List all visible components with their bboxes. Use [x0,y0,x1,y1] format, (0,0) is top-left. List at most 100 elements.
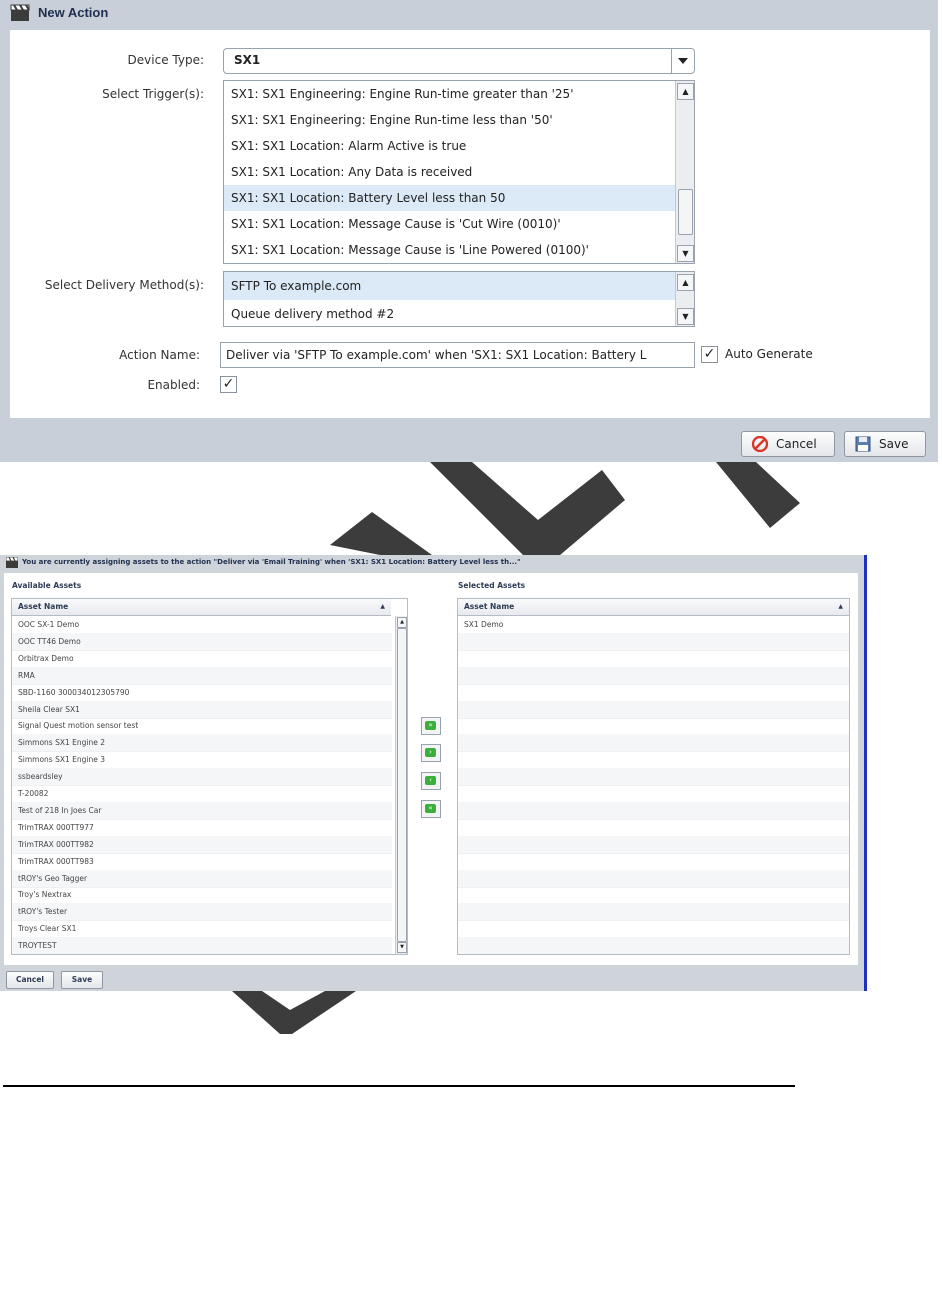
chevron-right-icon: › [425,748,436,757]
empty-row [458,717,849,736]
empty-row [458,886,849,905]
delivery-method-option[interactable]: SFTP To example.com [224,272,675,300]
trigger-option[interactable]: SX1: SX1 Location: Alarm Active is true [224,133,675,159]
empty-row [458,632,849,651]
save-button-label: Save [879,437,909,451]
save-button[interactable]: Save [61,971,103,989]
window-edge [864,555,867,991]
asset-row[interactable]: Simmons SX1 Engine 2 [12,734,392,753]
asset-row[interactable]: SBD-1160 300034012305790 [12,684,392,702]
check-mark-stroke [716,462,800,528]
remove-all-button[interactable]: « [421,800,441,818]
triggers-listbox[interactable]: SX1: SX1 Engineering: Engine Run-time gr… [223,80,695,264]
asset-row[interactable]: TrimTRAX 000TT982 [12,835,392,854]
asset-row[interactable]: TROYTEST [12,937,392,954]
empty-row [458,835,849,854]
column-header-asset-name[interactable]: Asset Name ▲ [12,599,391,616]
delivery-scrollbar[interactable]: ▲ ▼ [675,272,694,326]
scroll-up-button[interactable]: ▲ [677,83,694,100]
empty-row [458,751,849,770]
new-action-dialog: New Action Device Type: SX1 Select Trigg… [0,0,938,462]
asset-row[interactable]: Signal Quest motion sensor test [12,717,392,736]
asset-row[interactable]: TrimTRAX 000TT983 [12,853,392,871]
chevron-down-icon [678,58,688,64]
scroll-up-button[interactable]: ▲ [677,274,694,291]
asset-row[interactable]: Troys Clear SX1 [12,920,392,939]
asset-row[interactable]: TrimTRAX 000TT977 [12,819,392,837]
sort-ascending-icon: ▲ [380,603,385,610]
auto-generate-label: Auto Generate [725,347,813,361]
device-type-select[interactable]: SX1 [223,48,695,74]
empty-row [458,734,849,753]
auto-generate-checkbox[interactable]: ✓ [701,346,718,363]
asset-row[interactable]: Simmons SX1 Engine 3 [12,751,392,770]
scroll-thumb[interactable] [678,189,693,235]
delivery-method-option[interactable]: Queue delivery method #2 [224,300,675,326]
column-header-asset-name[interactable]: Asset Name ▲ [458,599,849,616]
asset-row[interactable]: tROY's Tester [12,903,392,922]
action-name-input[interactable]: Deliver via 'SFTP To example.com' when '… [220,342,695,368]
asset-row[interactable]: OOC TT46 Demo [12,632,392,651]
empty-row [458,903,849,922]
scroll-up-button[interactable]: ▲ [397,617,407,628]
clapperboard-icon [6,557,18,568]
empty-row [458,853,849,871]
cancel-button[interactable]: Cancel [6,971,54,989]
scroll-thumb[interactable] [397,628,407,942]
double-chevron-right-icon: » [425,721,436,730]
trigger-option[interactable]: SX1: SX1 Location: Message Cause is 'Cut… [224,211,675,237]
asset-row[interactable]: T-20082 [12,785,392,803]
asset-row[interactable]: Orbitrax Demo [12,650,392,668]
empty-row [458,768,849,787]
trigger-option[interactable]: SX1: SX1 Location: Any Data is received [224,159,675,185]
trigger-option[interactable]: SX1: SX1 Location: Message Cause is 'Lin… [224,237,675,263]
device-type-value: SX1 [234,53,261,67]
asset-row[interactable]: RMA [12,666,392,685]
available-assets-label: Available Assets [12,581,82,590]
empty-row [458,684,849,702]
asset-row[interactable]: OOC SX-1 Demo [12,616,392,634]
action-name-label: Action Name: [119,348,200,362]
trigger-option[interactable]: SX1: SX1 Engineering: Engine Run-time gr… [224,81,675,107]
check-mark-stroke [330,512,432,555]
column-header-label: Asset Name [18,602,69,611]
empty-row [458,785,849,803]
asset-row[interactable]: Test of 218 In Joes Car [12,801,392,820]
selected-asset-row[interactable]: SX1 Demo [458,616,849,634]
asset-row[interactable]: Sheila Clear SX1 [12,700,392,719]
remove-selected-button[interactable]: ‹ [421,772,441,790]
floppy-disk-icon [855,436,871,452]
scroll-down-button[interactable]: ▼ [677,308,694,325]
empty-row [458,937,849,954]
empty-row [458,920,849,939]
select-delivery-label: Select Delivery Method(s): [44,278,204,292]
add-selected-button[interactable]: › [421,744,441,762]
selected-assets-label: Selected Assets [458,581,526,590]
delivery-listbox[interactable]: SFTP To example.com Queue delivery method… [223,271,695,327]
triggers-scrollbar[interactable]: ▲ ▼ [675,81,694,263]
empty-row [458,869,849,888]
add-all-button[interactable]: » [421,717,441,735]
trigger-option[interactable]: SX1: SX1 Location: Battery Level less th… [224,185,675,211]
dropdown-button[interactable] [671,49,694,73]
dialog-title: New Action [38,5,109,20]
trigger-option[interactable]: SX1: SX1 Engineering: Engine Run-time le… [224,107,675,133]
selected-assets-grid[interactable]: Asset Name ▲ SX1 Demo [457,598,850,955]
scroll-down-button[interactable]: ▼ [397,942,407,953]
double-chevron-left-icon: « [425,804,436,813]
assign-assets-dialog: You are currently assigning assets to th… [0,555,867,991]
asset-row[interactable]: Troy's Nextrax [12,886,392,905]
asset-row[interactable]: tROY's Geo Tagger [12,869,392,888]
device-type-label: Device Type: [127,53,204,67]
enabled-checkbox[interactable]: ✓ [220,376,237,393]
no-entry-icon [752,436,768,452]
clapperboard-icon [10,4,30,21]
available-assets-grid[interactable]: Asset Name ▲ OOC SX-1 Demo OOC TT46 Demo O… [11,598,408,955]
available-scrollbar[interactable]: ▲ ▼ [395,616,407,954]
cancel-button-label: Cancel [776,437,817,451]
save-button[interactable]: Save [844,431,926,457]
cancel-button[interactable]: Cancel [741,431,835,457]
scroll-down-button[interactable]: ▼ [677,245,694,262]
empty-row [458,801,849,820]
asset-row[interactable]: ssbeardsley [12,768,392,787]
